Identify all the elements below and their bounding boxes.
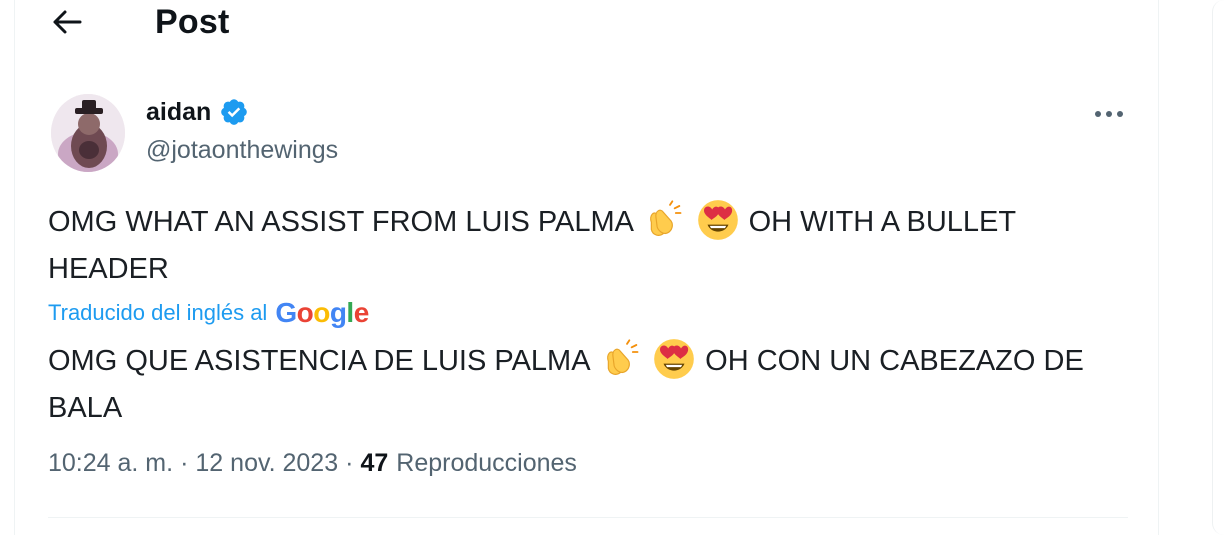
meta-separator: · bbox=[345, 449, 354, 477]
meta-separator: · bbox=[180, 449, 189, 477]
back-button[interactable] bbox=[49, 4, 85, 40]
google-logo: Google bbox=[275, 297, 369, 328]
tweet-text: OMG WHAT AN ASSIST FROM LUIS PALMA OH WI… bbox=[48, 199, 1128, 293]
tweet-text-part1: OMG WHAT AN ASSIST FROM LUIS PALMA bbox=[48, 206, 633, 238]
more-dots-icon bbox=[1095, 111, 1123, 117]
page-title: Post bbox=[155, 3, 230, 41]
translation-label: Traducido del inglés al bbox=[48, 300, 268, 325]
page: Post aidan @jotaonthewings OMG WHAT AN A… bbox=[0, 0, 1224, 535]
views-label: Reproducciones bbox=[396, 449, 577, 477]
sidebar-panel-edge bbox=[1212, 0, 1224, 535]
heart-eyes-icon bbox=[654, 339, 694, 379]
post-time[interactable]: 10:24 a. m. bbox=[48, 449, 173, 478]
clapping-hands-icon bbox=[650, 200, 682, 236]
avatar[interactable] bbox=[51, 94, 125, 172]
translated-tweet-text: OMG QUE ASISTENCIA DE LUIS PALMA OH CON … bbox=[48, 338, 1128, 432]
post-column: Post aidan @jotaonthewings OMG WHAT AN A… bbox=[15, 0, 1159, 535]
translated-text-part1: OMG QUE ASISTENCIA DE LUIS PALMA bbox=[48, 345, 589, 377]
avatar-image bbox=[51, 94, 125, 172]
divider bbox=[48, 517, 1128, 518]
translation-attribution[interactable]: Traducido del inglés al Google bbox=[48, 296, 369, 330]
post-date[interactable]: 12 nov. 2023 bbox=[195, 449, 338, 478]
post-meta: 10:24 a. m. · 12 nov. 2023 · 47 Reproduc… bbox=[48, 449, 577, 478]
heart-eyes-icon bbox=[697, 200, 738, 240]
views-count[interactable]: 47 bbox=[360, 449, 388, 478]
author-display-name[interactable]: aidan bbox=[146, 97, 249, 127]
author-name-text: aidan bbox=[146, 97, 212, 126]
more-options-button[interactable] bbox=[1087, 96, 1131, 132]
arrow-left-icon bbox=[53, 10, 82, 34]
author-handle[interactable]: @jotaonthewings bbox=[146, 136, 338, 165]
post-header: Post bbox=[15, 0, 1158, 48]
clapping-hands-icon bbox=[607, 339, 639, 375]
verified-badge-icon bbox=[221, 99, 248, 125]
